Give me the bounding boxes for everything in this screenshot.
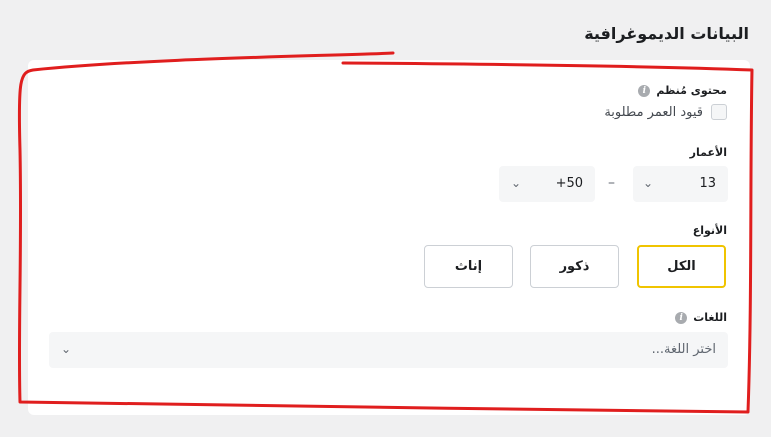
- gender-option-all[interactable]: الكل: [637, 245, 726, 288]
- languages-label: اللغات: [693, 311, 727, 324]
- info-icon[interactable]: i: [638, 84, 651, 97]
- managed-content-label-row: محتوى مُنظم i: [638, 84, 727, 97]
- age-restriction-row[interactable]: قيود العمر مطلوبة: [604, 104, 727, 120]
- age-restriction-checkbox[interactable]: [711, 104, 727, 120]
- managed-content-label: محتوى مُنظم: [656, 84, 727, 97]
- genders-label-row: الأنواع: [693, 224, 727, 237]
- age-restriction-label: قيود العمر مطلوبة: [604, 104, 703, 120]
- gender-option-female[interactable]: إناث: [424, 245, 513, 288]
- page-title: البيانات الديموغرافية: [584, 24, 749, 43]
- chevron-down-icon: ⌄: [61, 342, 72, 356]
- language-placeholder: اختر اللغة...: [651, 342, 716, 357]
- age-max-select[interactable]: ⌄ +50: [499, 166, 595, 202]
- age-min-select[interactable]: ⌄ 13: [633, 166, 728, 202]
- age-min-value: 13: [699, 176, 716, 191]
- ages-label: الأعمار: [689, 146, 727, 159]
- language-select[interactable]: اختر اللغة... ⌄: [49, 332, 728, 368]
- info-icon[interactable]: i: [675, 311, 688, 324]
- gender-option-male[interactable]: ذكور: [530, 245, 619, 288]
- ages-label-row: الأعمار: [690, 146, 727, 159]
- chevron-down-icon: ⌄: [643, 176, 654, 190]
- age-range-separator: –: [608, 175, 615, 191]
- genders-label: الأنواع: [692, 224, 727, 237]
- chevron-down-icon: ⌄: [511, 176, 522, 190]
- age-max-value: +50: [555, 176, 583, 191]
- languages-label-row: اللغات i: [675, 311, 727, 324]
